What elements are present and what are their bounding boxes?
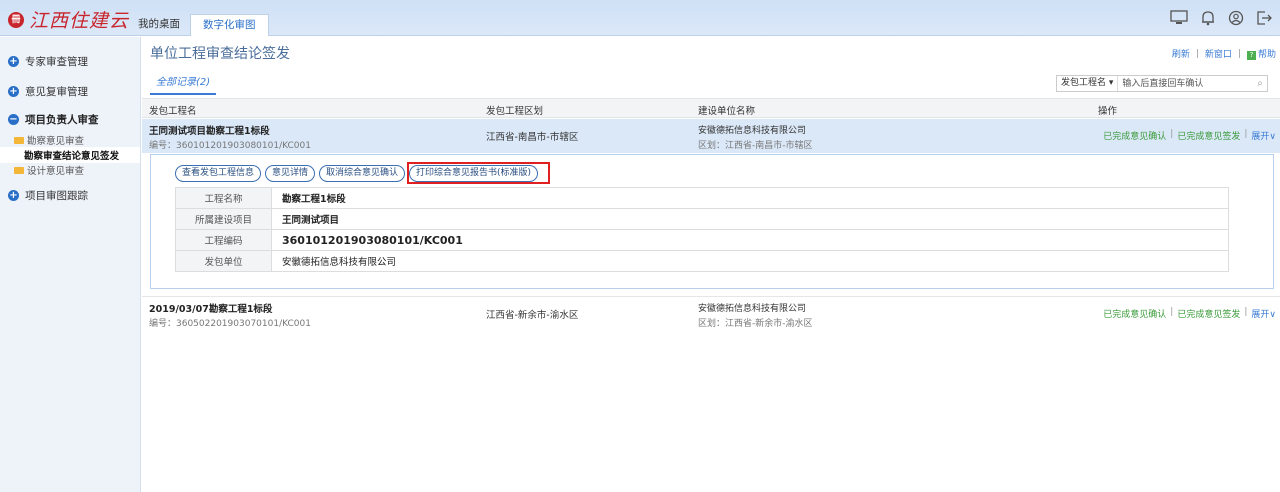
unit-area: 区划：江西省-南昌市-市辖区 xyxy=(698,141,813,151)
sidebar-group-expert-review[interactable]: + 专家审查管理 xyxy=(0,47,140,75)
plus-circle-icon: + xyxy=(8,55,19,67)
help-icon: ? xyxy=(1246,51,1256,60)
sidebar-group-label: 意见复审管理 xyxy=(25,85,88,98)
expand-link[interactable]: 展开∨ xyxy=(1251,129,1276,142)
sidebar-item-label: 勘察审查结论意见签发 xyxy=(24,151,120,162)
column-header: 发包工程区划 xyxy=(486,106,544,117)
construction-unit: 安徽德拓信息科技有限公司 xyxy=(698,304,807,314)
bell-icon[interactable] xyxy=(1200,10,1216,26)
search-icon[interactable]: ⌕ xyxy=(1253,78,1267,89)
field-label: 工程名称 xyxy=(175,187,272,209)
logo-text: 江西住建云 xyxy=(29,10,130,32)
column-header: 发包工程名 xyxy=(149,106,197,117)
cancel-confirm-button[interactable]: 取消综合意见确认 xyxy=(319,165,406,182)
project-name: 王同测试项目勘察工程1标段 xyxy=(149,126,270,137)
tab-all-records[interactable]: 全部记录(2) xyxy=(150,73,217,95)
field-label: 发包单位 xyxy=(175,250,272,272)
field-value: 安徽德拓信息科技有限公司 xyxy=(271,250,1229,272)
search-input[interactable] xyxy=(1118,76,1253,91)
top-icons xyxy=(1170,10,1272,26)
main-content: 单位工程审查结论签发 刷新 | 新窗口 | ? 帮助 全部记录(2) 发包工程名 … xyxy=(142,37,1280,492)
plus-circle-icon: + xyxy=(8,85,19,97)
project-info-table: 工程名称 勘察工程1标段 所属建设项目 王同测试项目 工程编码 36010120… xyxy=(175,187,1229,272)
user-icon[interactable] xyxy=(1228,10,1244,26)
logout-icon[interactable] xyxy=(1256,10,1272,26)
confirm-status-link[interactable]: 已完成意见确认 xyxy=(1103,307,1166,320)
folder-icon xyxy=(14,136,24,144)
tab-my-desktop[interactable]: 我的桌面 xyxy=(132,14,186,36)
page-title: 单位工程审查结论签发 xyxy=(150,46,290,62)
project-region: 江西省-南昌市-市辖区 xyxy=(486,132,579,143)
sign-status-link[interactable]: 已完成意见签发 xyxy=(1177,307,1240,320)
sidebar-item-design-opinion[interactable]: 设计意见审查 xyxy=(0,163,140,177)
table-row[interactable]: 王同测试项目勘察工程1标段 编号：360101201903080101/KC00… xyxy=(142,119,1280,153)
opinion-details-button[interactable]: 意见详情 xyxy=(265,165,316,182)
view-project-info-button[interactable]: 查看发包工程信息 xyxy=(175,165,262,182)
sidebar-group-recheck[interactable]: + 意见复审管理 xyxy=(0,77,140,105)
detail-panel: 查看发包工程信息 意见详情 取消综合意见确认 打印综合意见报告书(标准版) 工程… xyxy=(150,154,1274,289)
sidebar-item-conclusion-sign[interactable]: 勘察审查结论意见签发 xyxy=(0,147,140,163)
sidebar-item-label: 设计意见审查 xyxy=(27,166,85,177)
field-label: 工程编码 xyxy=(175,229,272,251)
refresh-link[interactable]: 刷新 xyxy=(1172,47,1190,60)
project-code: 编号：360502201903070101/KC001 xyxy=(149,319,311,329)
search-field-select[interactable]: 发包工程名 ▾ xyxy=(1057,76,1119,91)
field-value: 勘察工程1标段 xyxy=(271,187,1229,209)
table-row[interactable]: 2019/03/07勘察工程1标段 编号：360502201903070101/… xyxy=(142,296,1280,330)
search-box: 发包工程名 ▾ ⌕ xyxy=(1056,75,1268,92)
top-tabs: 我的桌面 数字化审图 xyxy=(132,14,269,36)
project-name: 2019/03/07勘察工程1标段 xyxy=(149,304,273,315)
sign-status-link[interactable]: 已完成意见签发 xyxy=(1177,129,1240,142)
monitor-icon[interactable] xyxy=(1170,10,1188,26)
help-link[interactable]: ? 帮助 xyxy=(1246,47,1276,60)
expand-link[interactable]: 展开∨ xyxy=(1251,307,1276,320)
plus-circle-icon: + xyxy=(8,189,19,201)
folder-icon xyxy=(14,166,24,174)
field-label: 所属建设项目 xyxy=(175,208,272,230)
sidebar: + 专家审查管理 + 意见复审管理 − 项目负责人审查 勘察意见审查 勘察审查结… xyxy=(0,37,141,492)
project-region: 江西省-新余市-渝水区 xyxy=(486,310,579,321)
row-actions: 已完成意见确认 | 已完成意见签发 | 展开∨ xyxy=(1103,129,1276,142)
table-header: 发包工程名 发包工程区划 建设单位名称 操作 xyxy=(142,98,1280,118)
project-code: 编号：360101201903080101/KC001 xyxy=(149,141,311,151)
tab-digital-review[interactable]: 数字化审图 xyxy=(190,14,269,36)
sidebar-group-lead-review[interactable]: − 项目负责人审查 xyxy=(0,105,140,133)
sidebar-group-label: 专家审查管理 xyxy=(25,55,88,68)
logo-mark: 冊 xyxy=(8,11,24,28)
field-value: 360101201903080101/KC001 xyxy=(271,229,1229,251)
unit-area: 区划：江西省-新余市-渝水区 xyxy=(698,319,813,329)
minus-circle-icon: − xyxy=(8,113,19,125)
sidebar-group-tracking[interactable]: + 项目审图跟踪 xyxy=(0,181,140,209)
construction-unit: 安徽德拓信息科技有限公司 xyxy=(698,126,807,136)
row-actions: 已完成意见确认 | 已完成意见签发 | 展开∨ xyxy=(1103,307,1276,320)
new-window-link[interactable]: 新窗口 xyxy=(1205,47,1232,60)
top-links: 刷新 | 新窗口 | ? 帮助 xyxy=(1171,47,1276,60)
sidebar-item-label: 勘察意见审查 xyxy=(27,136,85,147)
sidebar-group-label: 项目审图跟踪 xyxy=(25,189,88,202)
app-logo: 冊 江西住建云 xyxy=(8,6,129,33)
highlight-box xyxy=(407,162,550,184)
field-value: 王同测试项目 xyxy=(271,208,1229,230)
help-label: 帮助 xyxy=(1257,50,1276,60)
column-header: 建设单位名称 xyxy=(698,106,756,117)
sidebar-item-survey-opinion[interactable]: 勘察意见审查 xyxy=(0,133,140,147)
confirm-status-link[interactable]: 已完成意见确认 xyxy=(1103,129,1166,142)
top-bar: 冊 江西住建云 我的桌面 数字化审图 xyxy=(0,0,1280,36)
sidebar-group-label: 项目负责人审查 xyxy=(25,113,99,126)
column-header: 操作 xyxy=(1098,106,1118,117)
